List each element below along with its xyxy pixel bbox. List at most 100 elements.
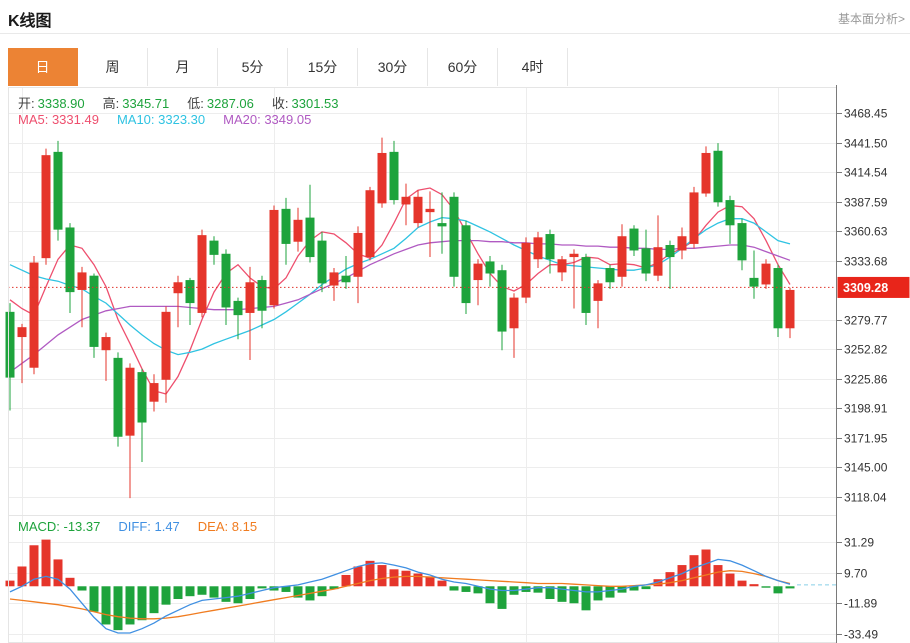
candle-body xyxy=(570,254,579,257)
macd-bar xyxy=(402,571,411,587)
candle-body xyxy=(342,276,351,283)
price-axis-label: 3279.77 xyxy=(844,314,888,328)
candle-body xyxy=(90,276,99,347)
candle-body xyxy=(18,327,27,337)
candle-body xyxy=(318,241,327,284)
macdlegend-dea: DEA: 8.15 xyxy=(198,519,257,534)
ma10-line xyxy=(10,218,790,355)
price-axis-label: 3145.00 xyxy=(844,461,888,475)
macd-bar xyxy=(138,586,147,620)
macd-bar xyxy=(174,586,183,599)
candle-body xyxy=(534,237,543,259)
ohlc-info-bar: 开:3338.90高:3345.71低:3287.06收:3301.53 xyxy=(18,93,357,112)
macd-bar xyxy=(726,574,735,587)
ohlc-high: 高:3345.71 xyxy=(103,96,170,111)
macd-bar xyxy=(150,586,159,613)
candle-body xyxy=(486,261,495,273)
candle-body xyxy=(606,268,615,282)
candle-body xyxy=(786,290,795,328)
macd-bar xyxy=(102,586,111,624)
candle-body xyxy=(126,368,135,436)
candle-body xyxy=(462,225,471,303)
candle-body xyxy=(726,200,735,225)
macd-bar xyxy=(582,586,591,610)
macd-bar xyxy=(210,586,219,597)
macd-bar xyxy=(342,575,351,586)
ma-ma20: MA20: 3349.05 xyxy=(223,112,311,127)
current-price-badge-label: 3309.28 xyxy=(843,281,888,295)
price-axis-label: 3441.50 xyxy=(844,137,888,151)
macd-bar xyxy=(414,574,423,587)
candle-body xyxy=(330,272,339,285)
candle-body xyxy=(270,210,279,305)
macd-axis-label: -33.49 xyxy=(844,628,878,642)
price-axis-label: 3387.59 xyxy=(844,196,888,210)
candle-body xyxy=(690,192,699,244)
price-axis-label: 3198.91 xyxy=(844,402,888,416)
candle-body xyxy=(678,236,687,250)
ohlc-open: 开:3338.90 xyxy=(18,96,85,111)
macd-bar xyxy=(30,545,39,586)
candle-body xyxy=(546,234,555,259)
candle-body xyxy=(138,372,147,422)
candle-body xyxy=(714,151,723,203)
candle-body xyxy=(702,153,711,194)
candle-body xyxy=(282,209,291,244)
candle-body xyxy=(510,298,519,329)
macd-axis-label: 31.29 xyxy=(844,536,874,550)
macd-bar xyxy=(774,586,783,593)
macd-bar xyxy=(594,586,603,600)
candle-body xyxy=(642,248,651,273)
candle-body xyxy=(354,233,363,277)
candle-body xyxy=(30,263,39,368)
price-axis-label: 3118.04 xyxy=(844,491,887,505)
candle-body xyxy=(150,383,159,402)
ma-ma10: MA10: 3323.30 xyxy=(117,112,205,127)
candle-body xyxy=(42,155,51,258)
macd-bar xyxy=(234,586,243,603)
macdlegend-diff: DIFF: 1.47 xyxy=(118,519,179,534)
macd-bar xyxy=(18,566,27,586)
macd-bar xyxy=(762,586,771,587)
candle-body xyxy=(450,197,459,277)
price-axis-label: 3171.95 xyxy=(844,432,888,446)
candle-body xyxy=(366,190,375,257)
macd-bar xyxy=(6,581,15,587)
macd-bar xyxy=(42,540,51,587)
macd-bar xyxy=(714,565,723,586)
macd-bar xyxy=(690,555,699,586)
price-axis-label: 3414.54 xyxy=(844,166,888,180)
ma-info-bar: MA5: 3331.49MA10: 3323.30MA20: 3349.05 xyxy=(18,112,329,127)
candle-body xyxy=(414,197,423,223)
macd-bar xyxy=(162,586,171,604)
candle-body xyxy=(186,280,195,303)
candle-body xyxy=(162,312,171,380)
candle-body xyxy=(594,283,603,301)
macd-bar xyxy=(114,586,123,630)
candle-body xyxy=(738,223,747,260)
candle-body xyxy=(54,152,63,230)
macd-bar xyxy=(702,550,711,587)
candle-body xyxy=(774,268,783,328)
macd-bar xyxy=(786,586,795,588)
candle-body xyxy=(294,220,303,242)
macd-bar xyxy=(606,586,615,597)
candle-body xyxy=(234,301,243,315)
macd-bar xyxy=(186,586,195,596)
ohlc-low: 低:3287.06 xyxy=(187,96,254,111)
macd-bar xyxy=(642,586,651,589)
candle-body xyxy=(66,227,75,292)
price-axis-label: 3225.86 xyxy=(844,373,888,387)
candle-body xyxy=(306,218,315,257)
candle-body xyxy=(222,254,231,308)
candle-body xyxy=(426,209,435,212)
macd-bar xyxy=(378,565,387,586)
candle-body xyxy=(618,236,627,277)
candle-body xyxy=(474,264,483,280)
macd-axis-label: -11.89 xyxy=(844,597,877,611)
macd-bar xyxy=(750,584,759,586)
macd-bar xyxy=(570,586,579,603)
candle-body xyxy=(762,264,771,285)
macd-bar xyxy=(66,578,75,586)
candle-body xyxy=(402,197,411,205)
